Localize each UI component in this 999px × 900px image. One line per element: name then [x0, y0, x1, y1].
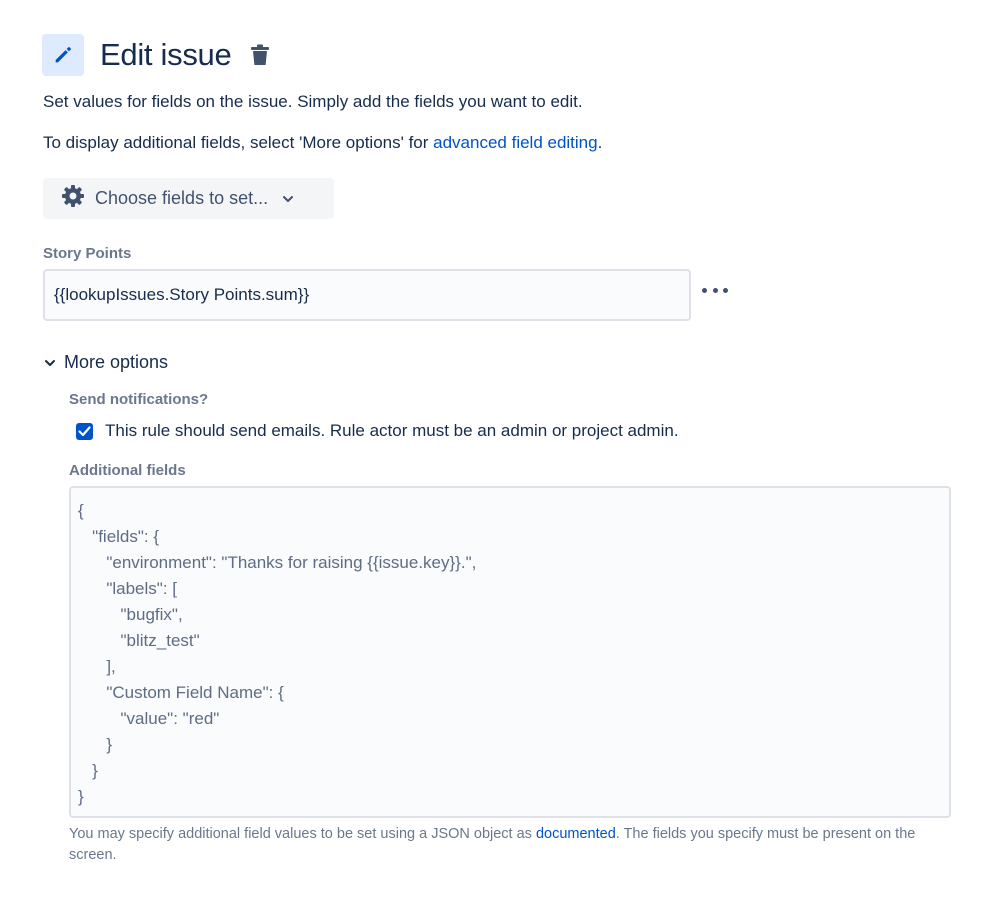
chevron-down-icon — [282, 195, 294, 203]
additional-fields-label: Additional fields — [69, 462, 186, 479]
pencil-icon — [42, 34, 84, 76]
gear-icon — [61, 184, 85, 213]
documented-link[interactable]: documented — [536, 826, 616, 842]
send-emails-checkbox[interactable] — [76, 422, 93, 440]
advanced-editing-prefix: To display additional fields, select 'Mo… — [43, 133, 434, 152]
more-options-label: More options — [64, 352, 169, 372]
more-horizontal-icon[interactable] — [702, 285, 728, 295]
additional-fields-help: You may specify additional field values … — [69, 824, 949, 866]
description-text: Set values for fields on the issue. Simp… — [43, 92, 583, 111]
choose-fields-label: Choose fields to set... — [95, 188, 269, 208]
send-emails-label: This rule should send emails. Rule actor… — [105, 421, 679, 440]
advanced-editing-text: To display additional fields, select 'Mo… — [43, 133, 602, 153]
page-title: Edit issue — [100, 37, 232, 72]
trash-icon[interactable] — [247, 42, 273, 68]
advanced-editing-suffix: . — [597, 133, 603, 152]
more-options-toggle[interactable]: More options — [44, 352, 168, 373]
additional-fields-textarea[interactable]: { "fields": { "environment": "Thanks for… — [69, 486, 951, 818]
advanced-field-editing-link[interactable]: advanced field editing — [433, 133, 597, 152]
send-notifications-label: Send notifications? — [69, 391, 209, 408]
help-prefix: You may specify additional field values … — [69, 826, 536, 842]
header: Edit issue — [42, 34, 273, 76]
chevron-down-icon — [44, 354, 56, 372]
send-emails-option[interactable]: This rule should send emails. Rule actor… — [76, 421, 679, 441]
story-points-input[interactable] — [43, 269, 691, 321]
story-points-label: Story Points — [43, 245, 132, 262]
choose-fields-button[interactable]: Choose fields to set... — [43, 178, 334, 219]
